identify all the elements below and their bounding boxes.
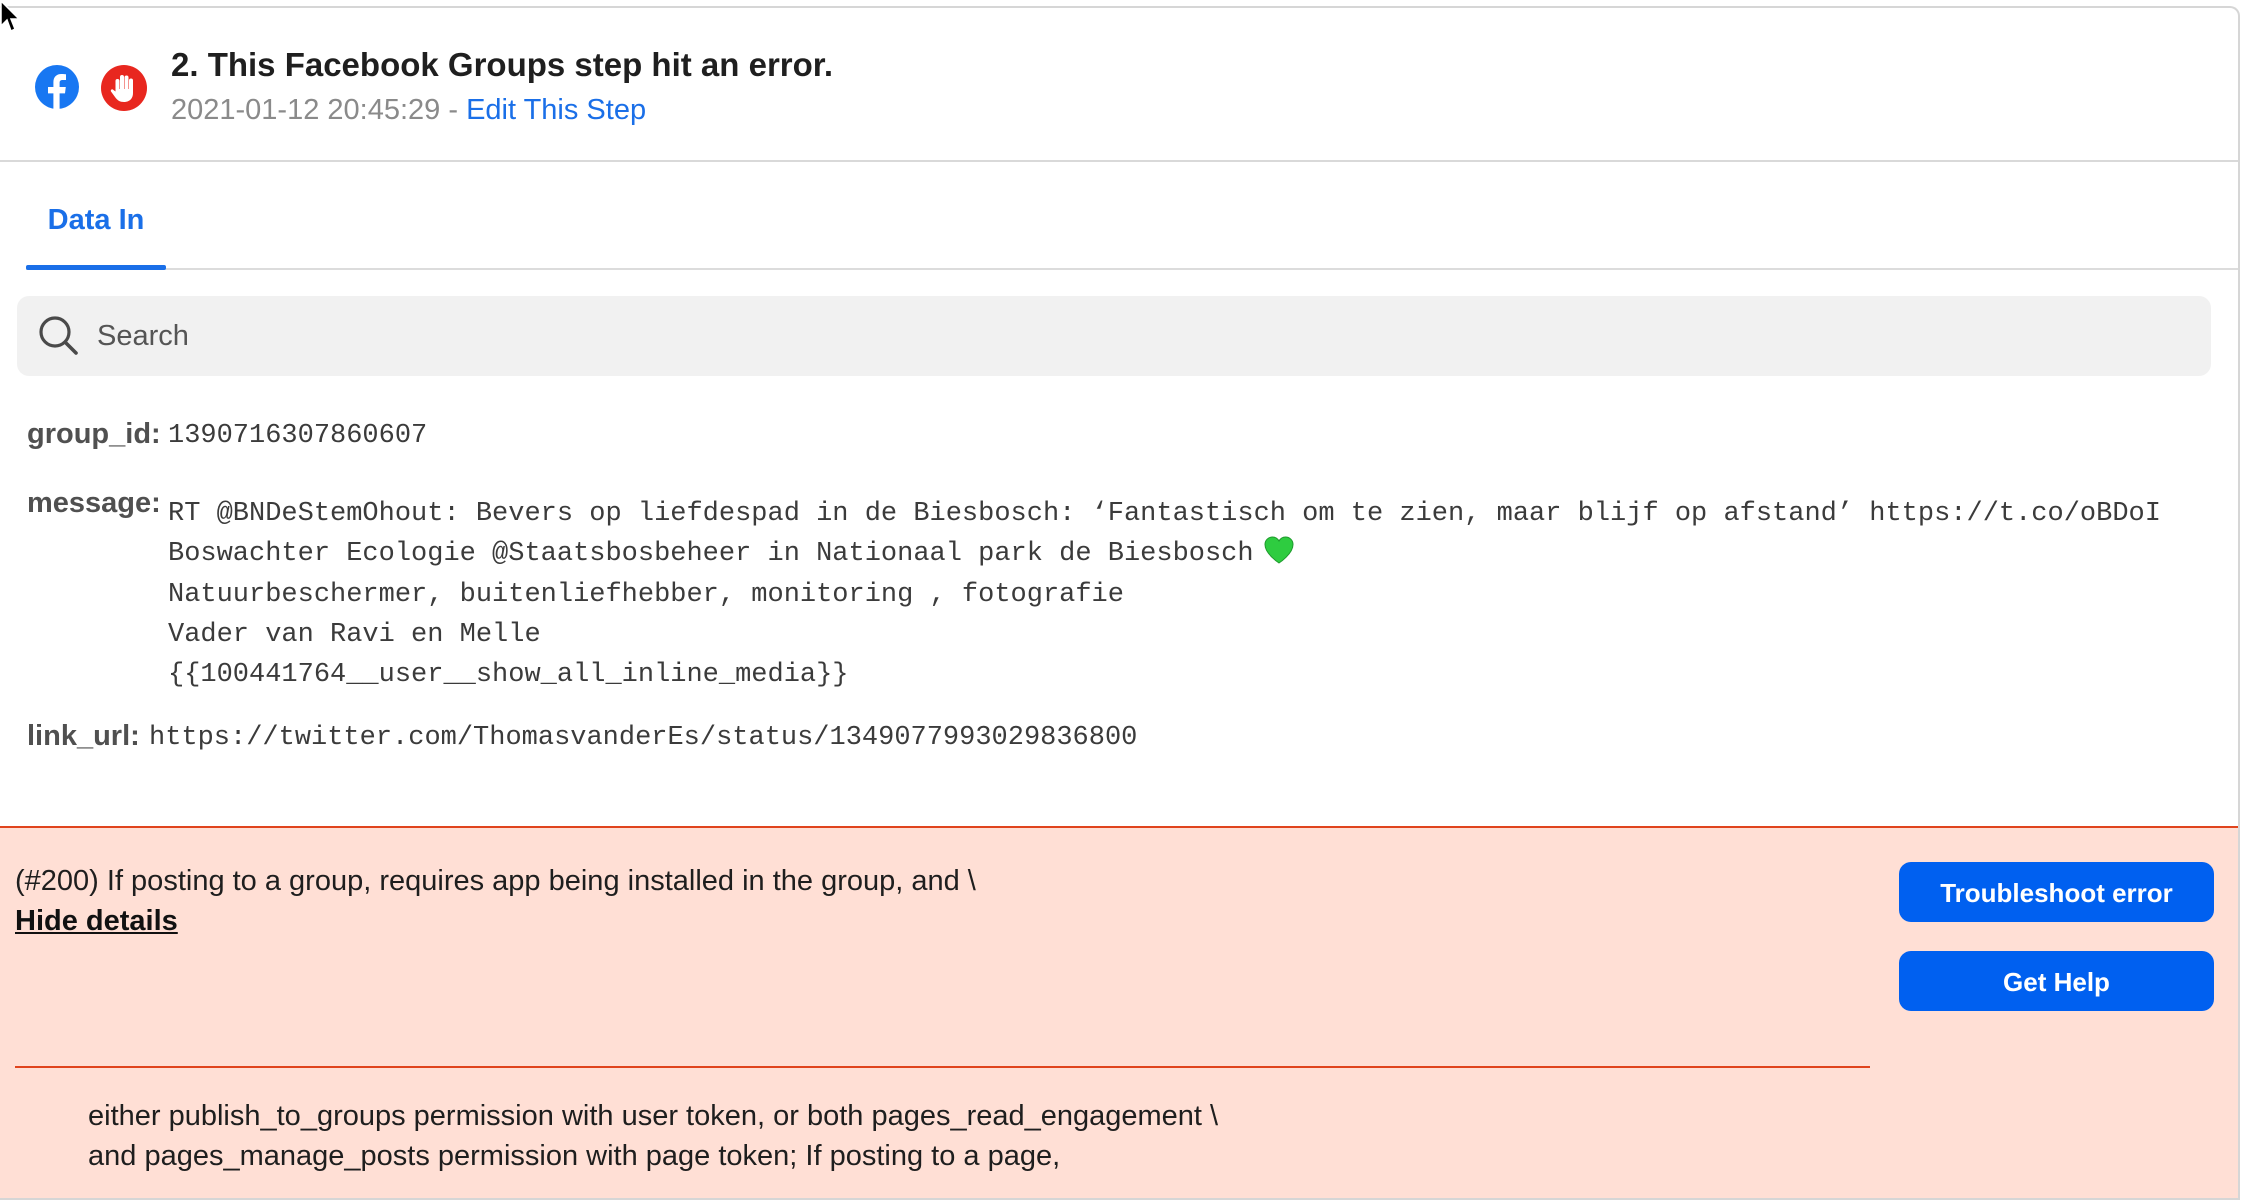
field-value-group-id: 1390716307860607 [168, 421, 428, 451]
message-line-with-emoji: Boswachter Ecologie @Staatsbosbeheer in … [168, 534, 2161, 574]
troubleshoot-error-button[interactable]: Troubleshoot error [1899, 862, 2214, 922]
tab-bar: Data In [26, 164, 2238, 270]
tab-label: Data In [47, 204, 145, 236]
field-label-message: message: [27, 487, 161, 519]
field-value-message: RT @BNDeStemOhout: Bevers op liefdespad … [168, 494, 2161, 695]
step-detail-panel: 2. This Facebook Groups step hit an erro… [0, 6, 2240, 1200]
search-icon [39, 316, 78, 355]
edit-step-link[interactable]: Edit This Step [466, 94, 646, 126]
error-summary: (#200) If posting to a group, requires a… [15, 865, 976, 897]
field-value-link-url: https://twitter.com/ThomasvanderEs/statu… [149, 723, 1138, 753]
message-line: Vader van Ravi en Melle [168, 619, 541, 650]
subtitle-separator: - [440, 94, 467, 126]
message-line: Boswachter Ecologie @Staatsbosbeheer in … [168, 539, 1254, 570]
message-line: Natuurbeschermer, buitenliefhebber, moni… [168, 579, 1124, 610]
search-bar [17, 296, 2211, 376]
field-label-group-id: group_id: [27, 418, 161, 450]
mouse-cursor-icon [0, 0, 21, 33]
search-input[interactable] [95, 296, 2175, 376]
active-tab-indicator [26, 265, 166, 270]
green-heart-icon [1264, 536, 1294, 564]
step-subtitle: 2021-01-12 20:45:29 - Edit This Step [171, 94, 646, 127]
error-panel: (#200) If posting to a group, requires a… [0, 826, 2238, 1198]
field-label-link-url: link_url: [27, 720, 140, 752]
message-line: {{100441764__user__show_all_inline_media… [168, 660, 849, 691]
step-title: 2. This Facebook Groups step hit an erro… [171, 46, 833, 83]
stop-hand-icon [101, 65, 147, 111]
step-timestamp: 2021-01-12 20:45:29 [171, 94, 441, 126]
error-divider [15, 1066, 1870, 1068]
step-header: 2. This Facebook Groups step hit an erro… [0, 8, 2238, 162]
hide-details-link[interactable]: Hide details [15, 905, 178, 938]
facebook-icon [35, 65, 79, 110]
error-details: either publish_to_groups permission with… [88, 1096, 1218, 1176]
get-help-button[interactable]: Get Help [1899, 951, 2214, 1011]
screen: 2. This Facebook Groups step hit an erro… [0, 0, 2244, 1200]
tab-data-in[interactable]: Data In [26, 164, 166, 270]
error-detail-line: either publish_to_groups permission with… [88, 1100, 1219, 1132]
error-detail-line: and pages_manage_posts permission with p… [88, 1140, 1061, 1172]
message-line: RT @BNDeStemOhout: Bevers op liefdespad … [168, 499, 2161, 529]
